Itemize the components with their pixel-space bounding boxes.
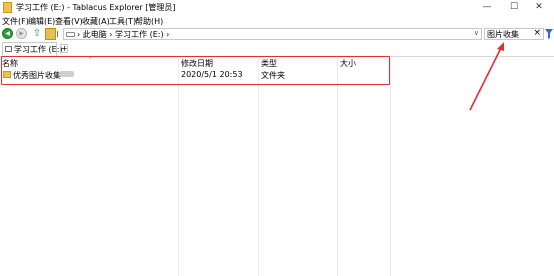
annotation-arrow [469,42,504,111]
